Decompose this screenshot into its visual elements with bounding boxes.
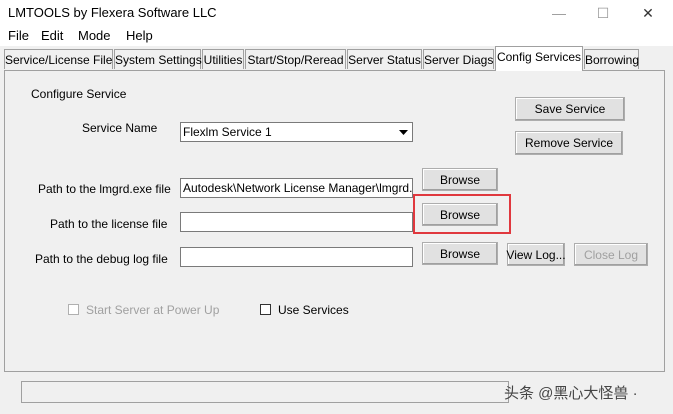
menu-mode[interactable]: Mode	[78, 28, 111, 43]
close-button[interactable]: ✕	[626, 0, 670, 26]
close-log-button[interactable]: Close Log	[574, 243, 648, 266]
tab-server-status[interactable]: Server Status	[347, 49, 422, 69]
view-log-button[interactable]: View Log...	[506, 243, 566, 266]
use-services-label: Use Services	[278, 303, 349, 317]
tab-borrowing[interactable]: Borrowing	[584, 49, 639, 69]
tab-config-services[interactable]: Config Services	[495, 46, 583, 71]
tab-start-stop-reread[interactable]: Start/Stop/Reread	[245, 49, 346, 69]
service-name-label: Service Name	[82, 121, 158, 135]
lmgrd-path-input[interactable]: Autodesk\Network License Manager\lmgrd.e…	[180, 178, 413, 198]
save-service-button[interactable]: Save Service	[515, 97, 625, 121]
service-name-combobox[interactable]: Flexlm Service 1	[180, 122, 413, 142]
menu-help[interactable]: Help	[126, 28, 153, 43]
lmgrd-path-label: Path to the lmgrd.exe file	[38, 182, 171, 196]
lmgrd-browse-button[interactable]: Browse	[422, 168, 498, 191]
tab-server-diags[interactable]: Server Diags	[423, 49, 494, 69]
status-bar	[21, 381, 509, 403]
highlight-box	[413, 194, 511, 234]
watermark-text: 头条 @黑心大怪兽 ·	[504, 385, 638, 402]
tab-strip: Service/License File System Settings Uti…	[0, 46, 673, 72]
tab-utilities[interactable]: Utilities	[202, 49, 244, 69]
menu-file[interactable]: File	[8, 28, 29, 43]
debug-log-path-label: Path to the debug log file	[35, 252, 168, 266]
menu-bar: File Edit Mode Help	[0, 26, 673, 46]
window-title: LMTOOLS by Flexera Software LLC	[8, 5, 217, 20]
tab-system-settings[interactable]: System Settings	[114, 49, 202, 69]
maximize-button[interactable]: ☐	[581, 0, 625, 26]
title-bar: LMTOOLS by Flexera Software LLC — ☐ ✕	[0, 0, 673, 26]
tab-service-license-file[interactable]: Service/License File	[4, 49, 113, 69]
service-name-value: Flexlm Service 1	[183, 125, 272, 139]
remove-service-button[interactable]: Remove Service	[515, 131, 623, 155]
debug-log-browse-button[interactable]: Browse	[422, 242, 498, 265]
debug-log-path-input[interactable]	[180, 247, 413, 267]
use-services-checkbox[interactable]	[260, 304, 271, 315]
chevron-down-icon[interactable]	[396, 124, 411, 140]
start-server-checkbox[interactable]	[68, 304, 79, 315]
minimize-button[interactable]: —	[537, 0, 581, 26]
menu-edit[interactable]: Edit	[41, 28, 63, 43]
start-server-label: Start Server at Power Up	[86, 303, 220, 317]
section-title: Configure Service	[31, 87, 127, 101]
license-path-label: Path to the license file	[50, 217, 168, 231]
license-path-input[interactable]	[180, 212, 413, 232]
